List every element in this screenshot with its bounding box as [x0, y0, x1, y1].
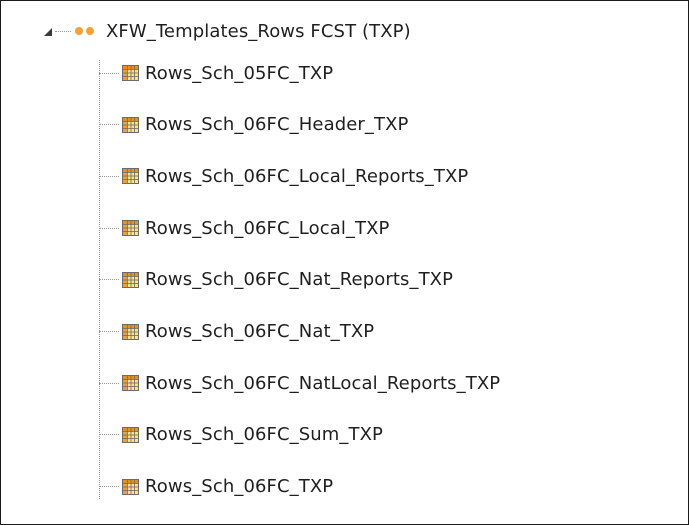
tree-view: XFW_Templates_Rows FCST (TXP) Rows_Sch_0… [0, 0, 689, 525]
tree-connector [99, 227, 119, 229]
tree-connector [99, 434, 119, 436]
tree-node-item[interactable]: Rows_Sch_06FC_NatLocal_Reports_TXP [99, 368, 500, 398]
tree-node-label: Rows_Sch_06FC_Header_TXP [145, 114, 409, 136]
tree-node-label: Rows_Sch_06FC_Nat_TXP [145, 321, 375, 342]
tree-node-item[interactable]: Rows_Sch_06FC_Header_TXP [99, 110, 409, 140]
tree-node-root[interactable]: XFW_Templates_Rows FCST (TXP) [44, 16, 411, 46]
table-icon [122, 375, 145, 392]
tree-connector [99, 124, 119, 126]
table-icon [122, 220, 145, 237]
table-icon [122, 65, 145, 81]
tree-connector [99, 175, 119, 177]
tree-node-item[interactable]: Rows_Sch_06FC_Nat_TXP [99, 317, 374, 347]
tree-node-item[interactable]: Rows_Sch_06FC_Nat_Reports_TXP [99, 265, 453, 295]
tree-connector [99, 486, 119, 488]
table-icon [122, 168, 145, 185]
tree-node-item[interactable]: Rows_Sch_06FC_Sum_TXP [99, 420, 383, 450]
expanded-triangle-icon[interactable] [44, 28, 52, 36]
tree-node-label: Rows_Sch_05FC_TXP [145, 62, 334, 84]
tree-node-label: Rows_Sch_06FC_TXP [145, 476, 334, 498]
tree-node-item[interactable]: Rows_Sch_06FC_TXP [99, 472, 333, 502]
tree-node-label: Rows_Sch_06FC_Nat_Reports_TXP [145, 269, 454, 291]
tree-node-root-label: XFW_Templates_Rows FCST (TXP) [106, 20, 411, 42]
tree-node-label: Rows_Sch_06FC_Local_Reports_TXP [145, 165, 469, 187]
tree-connector [99, 72, 119, 74]
table-icon [122, 426, 145, 443]
table-icon [122, 323, 145, 340]
tree-connector [99, 382, 119, 384]
table-icon [122, 478, 145, 495]
tree-connector [99, 331, 119, 332]
tree-node-item[interactable]: Rows_Sch_06FC_Local_TXP [99, 213, 390, 243]
table-icon [122, 271, 145, 288]
tree-connector [99, 279, 119, 281]
tree-node-item[interactable]: Rows_Sch_05FC_TXP [99, 58, 333, 88]
orange-dots-icon [75, 27, 97, 35]
tree-node-label: Rows_Sch_06FC_Local_TXP [145, 217, 390, 239]
table-icon [122, 116, 145, 133]
tree-connector [55, 30, 71, 32]
tree-node-item[interactable]: Rows_Sch_06FC_Local_Reports_TXP [99, 161, 468, 191]
tree-node-label: Rows_Sch_06FC_Sum_TXP [145, 424, 384, 446]
tree-node-label: Rows_Sch_06FC_NatLocal_Reports_TXP [145, 372, 501, 394]
